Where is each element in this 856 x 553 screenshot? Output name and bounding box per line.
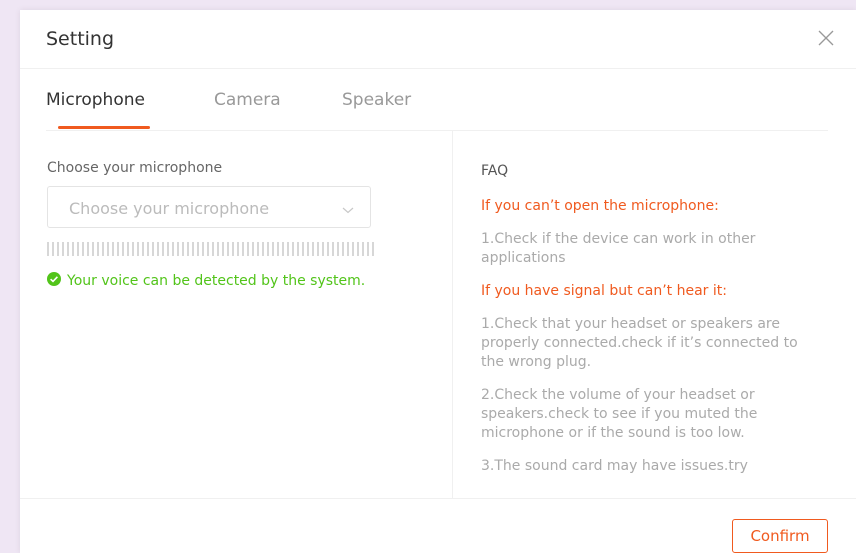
microphone-select[interactable]: Choose your microphone bbox=[47, 186, 371, 228]
volume-meter-bar bbox=[47, 242, 49, 256]
volume-meter-bar bbox=[122, 242, 124, 256]
volume-meter-bar bbox=[62, 242, 64, 256]
volume-meter-bar bbox=[282, 242, 284, 256]
voice-detected-status: Your voice can be detected by the system… bbox=[47, 272, 365, 290]
volume-meter-bar bbox=[237, 242, 239, 256]
volume-meter-bar bbox=[137, 242, 139, 256]
volume-meter-bar bbox=[202, 242, 204, 256]
faq-question: If you have signal but can’t hear it: bbox=[481, 283, 727, 299]
volume-meter-bar bbox=[342, 242, 344, 256]
settings-dialog: Setting Microphone Camera Speaker Choose… bbox=[20, 10, 856, 553]
faq-answer: 2.Check the volume of your headset or sp… bbox=[481, 387, 758, 441]
volume-meter-bar bbox=[152, 242, 154, 256]
volume-meter-bar bbox=[77, 242, 79, 256]
volume-meter-bar bbox=[157, 242, 159, 256]
volume-meter-bar bbox=[257, 242, 259, 256]
check-circle-icon bbox=[47, 272, 61, 290]
volume-meter-bar bbox=[167, 242, 169, 256]
volume-meter-bar bbox=[247, 242, 249, 256]
active-tab-indicator bbox=[58, 126, 150, 129]
microphone-label: Choose your microphone bbox=[47, 160, 223, 176]
volume-meter-bar bbox=[367, 242, 369, 256]
column-divider bbox=[452, 130, 453, 498]
volume-meter-bar bbox=[92, 242, 94, 256]
dialog-title: Setting bbox=[46, 28, 115, 50]
volume-meter-bar bbox=[127, 242, 129, 256]
volume-meter-bar bbox=[322, 242, 324, 256]
faq-answer: 1.Check if the device can work in other … bbox=[481, 231, 756, 266]
volume-meter-bar bbox=[362, 242, 364, 256]
tab-microphone[interactable]: Microphone bbox=[46, 90, 145, 110]
volume-meter-bar bbox=[277, 242, 279, 256]
volume-meter-bar bbox=[192, 242, 194, 256]
tab-speaker[interactable]: Speaker bbox=[342, 90, 411, 110]
volume-meter-bar bbox=[212, 242, 214, 256]
volume-meter-bar bbox=[97, 242, 99, 256]
faq-panel[interactable]: FAQ If you can’t open the microphone: 1.… bbox=[481, 158, 821, 498]
chevron-down-icon bbox=[342, 201, 354, 220]
volume-meter-bar bbox=[242, 242, 244, 256]
volume-meter-bar bbox=[162, 242, 164, 256]
volume-meter-bar bbox=[182, 242, 184, 256]
volume-meter-bar bbox=[82, 242, 84, 256]
volume-meter-bar bbox=[352, 242, 354, 256]
volume-meter-bar bbox=[357, 242, 359, 256]
volume-meter-bar bbox=[112, 242, 114, 256]
volume-meter-bar bbox=[52, 242, 54, 256]
faq-answer: 1.Check that your headset or speakers ar… bbox=[481, 316, 798, 370]
volume-meter-bar bbox=[197, 242, 199, 256]
microphone-panel: Choose your microphone Choose your micro… bbox=[47, 160, 427, 289]
volume-meter-bar bbox=[347, 242, 349, 256]
volume-meter-bar bbox=[292, 242, 294, 256]
volume-meter-bar bbox=[227, 242, 229, 256]
microphone-select-placeholder: Choose your microphone bbox=[69, 199, 270, 218]
volume-meter-bar bbox=[327, 242, 329, 256]
volume-meter-bar bbox=[177, 242, 179, 256]
volume-meter-bar bbox=[317, 242, 319, 256]
close-icon[interactable] bbox=[814, 26, 838, 50]
volume-meter-bar bbox=[332, 242, 334, 256]
volume-meter-bar bbox=[72, 242, 74, 256]
footer-divider bbox=[20, 498, 856, 499]
confirm-button[interactable]: Confirm bbox=[732, 519, 828, 553]
volume-meter-bar bbox=[232, 242, 234, 256]
volume-meter-bar bbox=[187, 242, 189, 256]
volume-meter bbox=[47, 242, 374, 256]
volume-meter-bar bbox=[147, 242, 149, 256]
volume-meter-bar bbox=[372, 242, 374, 256]
volume-meter-bar bbox=[287, 242, 289, 256]
faq-answer: 3.The sound card may have issues.try bbox=[481, 458, 748, 474]
volume-meter-bar bbox=[312, 242, 314, 256]
tabs-divider bbox=[46, 130, 828, 131]
volume-meter-bar bbox=[102, 242, 104, 256]
volume-meter-bar bbox=[172, 242, 174, 256]
tab-camera[interactable]: Camera bbox=[214, 90, 281, 110]
faq-question: If you can’t open the microphone: bbox=[481, 198, 719, 214]
volume-meter-bar bbox=[142, 242, 144, 256]
volume-meter-bar bbox=[67, 242, 69, 256]
volume-meter-bar bbox=[107, 242, 109, 256]
faq-title: FAQ bbox=[481, 163, 509, 179]
volume-meter-bar bbox=[272, 242, 274, 256]
volume-meter-bar bbox=[337, 242, 339, 256]
volume-meter-bar bbox=[87, 242, 89, 256]
volume-meter-bar bbox=[262, 242, 264, 256]
volume-meter-bar bbox=[302, 242, 304, 256]
volume-meter-bar bbox=[132, 242, 134, 256]
volume-meter-bar bbox=[222, 242, 224, 256]
voice-detected-text: Your voice can be detected by the system… bbox=[67, 273, 366, 289]
volume-meter-bar bbox=[297, 242, 299, 256]
dialog-header: Setting bbox=[20, 10, 856, 69]
volume-meter-bar bbox=[117, 242, 119, 256]
volume-meter-bar bbox=[217, 242, 219, 256]
volume-meter-bar bbox=[252, 242, 254, 256]
volume-meter-bar bbox=[57, 242, 59, 256]
volume-meter-bar bbox=[307, 242, 309, 256]
volume-meter-bar bbox=[267, 242, 269, 256]
volume-meter-bar bbox=[207, 242, 209, 256]
